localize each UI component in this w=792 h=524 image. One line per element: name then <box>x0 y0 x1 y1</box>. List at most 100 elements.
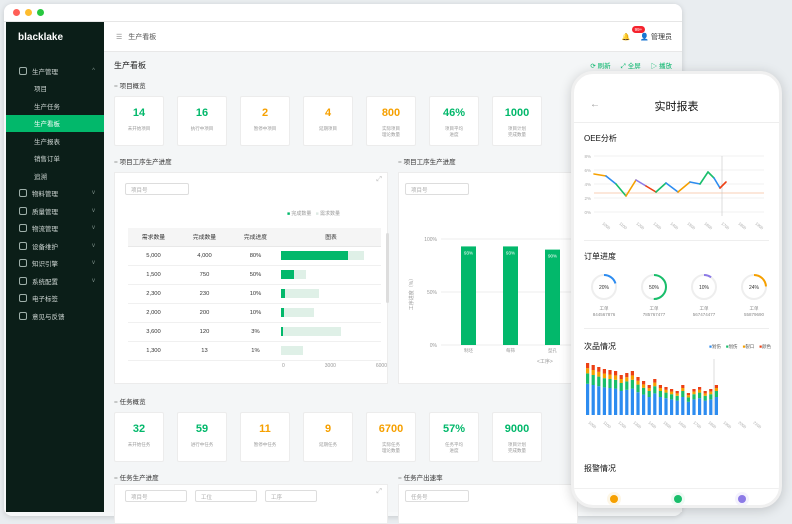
sidebar-item-0[interactable]: 生产管理 ^ <box>6 62 104 80</box>
defect-bar-segment[interactable] <box>586 368 590 374</box>
project-filter-select[interactable]: 项目号 <box>125 183 189 195</box>
task-station-filter[interactable]: 工位 <box>195 490 257 502</box>
defect-bar-segment[interactable] <box>675 400 679 415</box>
alarm-dot-yellow[interactable] <box>607 492 621 505</box>
defect-bar-segment[interactable] <box>692 394 696 400</box>
sidebar-item-14[interactable]: 意见与反馈 <box>6 307 104 325</box>
defect-bar-segment[interactable] <box>686 401 690 415</box>
expand-icon[interactable]: ⤢ <box>376 488 382 496</box>
kpi-card[interactable]: 9000 项目计划 完成数量 <box>492 412 542 462</box>
defect-bar-segment[interactable] <box>625 389 629 415</box>
defect-bar-segment[interactable] <box>591 375 595 385</box>
play-button[interactable]: ▷ 播放 <box>651 60 672 71</box>
defect-bar-segment[interactable] <box>698 387 702 390</box>
defect-bar-segment[interactable] <box>608 388 612 415</box>
defect-bar-segment[interactable] <box>692 389 696 392</box>
defect-bar-segment[interactable] <box>658 391 662 397</box>
task-process-filter[interactable]: 工序 <box>265 490 317 502</box>
defect-bar-segment[interactable] <box>698 392 702 399</box>
kpi-card[interactable]: 46% 项目平均 进度 <box>429 96 479 146</box>
defect-bar-segment[interactable] <box>698 398 702 415</box>
close-dot[interactable] <box>13 9 20 16</box>
alarm-dot-purple[interactable] <box>735 492 749 505</box>
defect-bar-segment[interactable] <box>619 379 623 383</box>
defect-bar-segment[interactable] <box>647 391 651 397</box>
defect-bar-segment[interactable] <box>619 391 623 415</box>
defect-bar-segment[interactable] <box>586 383 590 415</box>
defect-bar-segment[interactable] <box>597 371 601 377</box>
order-ring[interactable]: 20% <box>589 272 619 304</box>
defect-bar-segment[interactable] <box>670 391 674 395</box>
defect-bar-segment[interactable] <box>647 385 651 388</box>
sidebar-item-3[interactable]: 生产看板 <box>6 114 104 132</box>
defect-bar-segment[interactable] <box>686 393 690 396</box>
defect-bar-segment[interactable] <box>586 363 590 369</box>
defect-bar-segment[interactable] <box>675 391 679 394</box>
defect-bar-segment[interactable] <box>586 373 590 384</box>
defect-bar-segment[interactable] <box>686 397 690 402</box>
defect-bar-segment[interactable] <box>653 382 657 387</box>
defect-bar-segment[interactable] <box>591 385 595 415</box>
minimize-dot[interactable] <box>25 9 32 16</box>
defect-bar-segment[interactable] <box>653 379 657 383</box>
defect-bar-segment[interactable] <box>636 377 640 381</box>
defect-bar-segment[interactable] <box>670 389 674 392</box>
sidebar-item-7[interactable]: 物料管理 v <box>6 185 104 203</box>
defect-bar-segment[interactable] <box>714 385 718 388</box>
task-project-filter[interactable]: 项目号 <box>125 490 187 502</box>
defect-bar-segment[interactable] <box>653 386 657 394</box>
defect-bar-segment[interactable] <box>642 387 646 395</box>
defect-bar-segment[interactable] <box>681 397 685 415</box>
defect-bar-segment[interactable] <box>602 378 606 388</box>
defect-bar-segment[interactable] <box>647 397 651 415</box>
defect-bar-segment[interactable] <box>642 394 646 415</box>
defect-bar-segment[interactable] <box>630 388 634 415</box>
defect-bar-segment[interactable] <box>703 395 707 401</box>
kpi-card[interactable]: 32 未开始任务 <box>114 412 164 462</box>
defect-bar-segment[interactable] <box>602 373 606 379</box>
menu-fold-icon[interactable]: ☰ <box>116 33 122 41</box>
kpi-card[interactable]: 14 未开始项目 <box>114 96 164 146</box>
user-menu[interactable]: 👤 管理员 <box>640 32 672 42</box>
defect-bar-segment[interactable] <box>709 389 713 392</box>
defect-bar-segment[interactable] <box>597 367 601 372</box>
defect-bar-segment[interactable] <box>636 392 640 415</box>
sidebar-item-10[interactable]: 设备维护 v <box>6 237 104 255</box>
defect-bar-segment[interactable] <box>625 373 629 378</box>
refresh-button[interactable]: ⟳ 刷新 <box>590 60 610 71</box>
defect-bar-segment[interactable] <box>653 393 657 415</box>
sidebar-item-13[interactable]: 电子标签 <box>6 290 104 308</box>
kpi-card[interactable]: 11 暂停中任务 <box>240 412 290 462</box>
order-ring[interactable]: 50% <box>639 272 669 304</box>
defect-bar-segment[interactable] <box>664 387 668 390</box>
defect-bar-segment[interactable] <box>658 388 662 391</box>
defect-bar-segment[interactable] <box>714 391 718 397</box>
table-row[interactable]: 1,500 750 50% <box>128 265 381 285</box>
order-ring[interactable]: 24% <box>739 272 769 304</box>
sidebar-item-9[interactable]: 物流管理 v <box>6 220 104 238</box>
kpi-card[interactable]: 800 实际项目 理论数量 <box>366 96 416 146</box>
defect-bar-segment[interactable] <box>681 385 685 388</box>
defect-bar-segment[interactable] <box>692 391 696 395</box>
defect-bar-segment[interactable] <box>642 384 646 388</box>
notification-icon[interactable]: 🔔 99+ <box>622 26 646 41</box>
defect-bar-segment[interactable] <box>630 371 634 376</box>
table-row[interactable]: 3,600 120 3% <box>128 322 381 342</box>
expand-icon[interactable]: ⤢ <box>376 176 382 184</box>
sidebar-item-1[interactable]: 项目 <box>6 80 104 98</box>
defect-bar-segment[interactable] <box>597 386 601 415</box>
defect-bar-segment[interactable] <box>686 395 690 398</box>
defect-bar-segment[interactable] <box>591 365 595 370</box>
task-number-filter[interactable]: 任务号 <box>405 490 469 502</box>
defect-bar-segment[interactable] <box>636 384 640 393</box>
defect-bar-segment[interactable] <box>714 388 718 391</box>
defect-bar-segment[interactable] <box>608 370 612 375</box>
defect-bar-segment[interactable] <box>692 399 696 415</box>
defect-bar-segment[interactable] <box>664 389 668 393</box>
defect-bar-segment[interactable] <box>636 380 640 385</box>
defect-bar-segment[interactable] <box>619 375 623 379</box>
defect-bar-segment[interactable] <box>664 392 668 399</box>
defect-bar-segment[interactable] <box>675 395 679 401</box>
defect-bar-segment[interactable] <box>602 387 606 415</box>
defect-bar-segment[interactable] <box>591 370 595 375</box>
